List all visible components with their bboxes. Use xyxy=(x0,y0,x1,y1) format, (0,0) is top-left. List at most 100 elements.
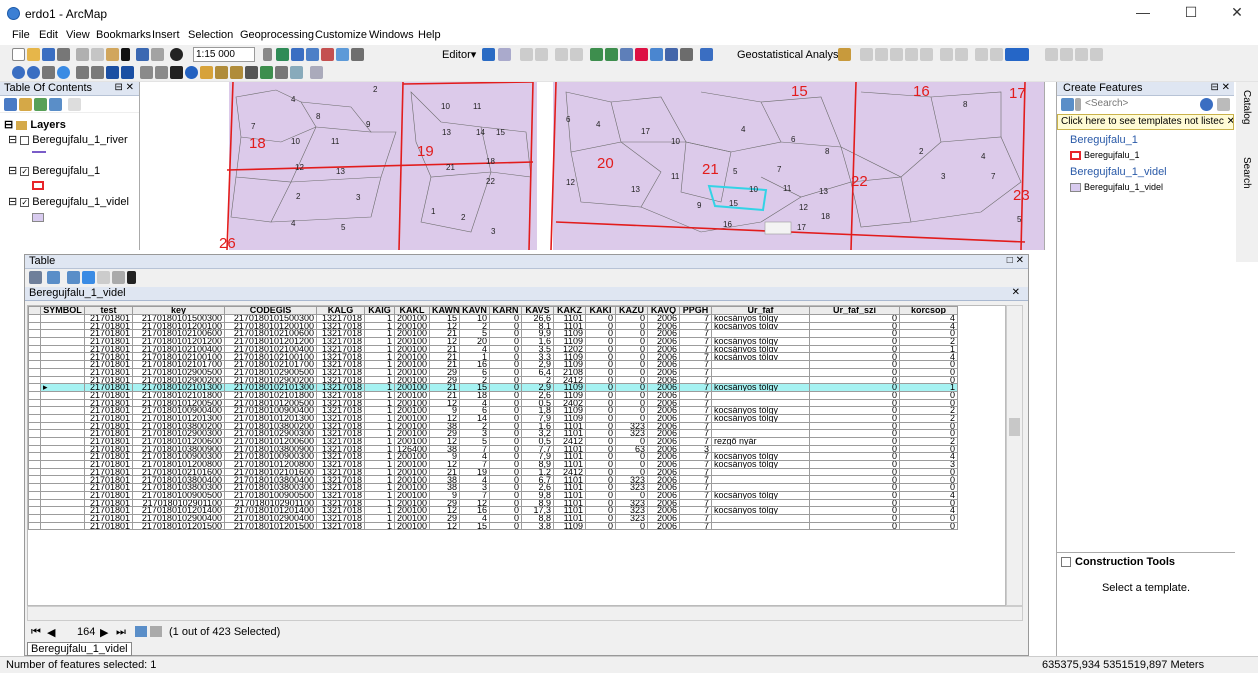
cell-ur-faf[interactable] xyxy=(711,513,810,523)
cell-ur-faf-szi[interactable]: 0 xyxy=(809,521,900,531)
layout-icon-1[interactable] xyxy=(1045,48,1058,61)
cell-kavn[interactable]: 3 xyxy=(459,483,490,492)
cell-kakz[interactable]: 1101 xyxy=(553,314,586,323)
cell-kavn[interactable]: 20 xyxy=(459,337,490,346)
cell-kakl[interactable]: 200100 xyxy=(394,367,430,377)
cell-kalg[interactable]: 13217018 xyxy=(316,406,365,415)
table-row[interactable]: 21701801 2170180102900500 2170180102900500… xyxy=(28,367,958,377)
cell-kakl[interactable]: 200100 xyxy=(394,490,430,500)
cell-korcsop[interactable]: 4 xyxy=(899,452,958,462)
cell-korcsop[interactable]: 0 xyxy=(899,375,958,385)
cell-symbol[interactable] xyxy=(40,367,85,377)
cell-test[interactable]: 21701801 xyxy=(84,421,133,431)
list-by-visibility-icon[interactable] xyxy=(34,98,47,111)
cell-test[interactable]: 21701801 xyxy=(84,352,133,362)
layout-icon-4[interactable] xyxy=(1090,48,1103,61)
table-row[interactable]: ▸ 21701801 2170180102101300 217018010210130… xyxy=(28,383,958,392)
cell-kalg[interactable]: 13217018 xyxy=(316,398,365,408)
table-row[interactable]: 21701801 2170180102101800 2170180102101800… xyxy=(28,390,958,400)
row-selector[interactable] xyxy=(28,398,41,408)
cell-kakz[interactable]: 1202 xyxy=(553,344,586,354)
cell-kavq[interactable]: 2006 xyxy=(647,421,680,431)
cell-kawn[interactable]: 15 xyxy=(429,314,460,323)
cell-karn[interactable]: 0 xyxy=(489,375,522,385)
cell-ur-faf-szi[interactable]: 0 xyxy=(809,360,900,369)
cell-kavq[interactable]: 2006 xyxy=(647,467,680,477)
cell-kavn[interactable]: 7 xyxy=(459,460,490,469)
print-icon[interactable] xyxy=(57,48,70,61)
cell-korcsop[interactable]: 1 xyxy=(899,344,958,354)
menu-insert[interactable]: Insert xyxy=(152,29,180,41)
cell-korcsop[interactable]: 2 xyxy=(899,406,958,415)
cell-symbol[interactable] xyxy=(40,344,85,354)
cell-kalg[interactable]: 13217018 xyxy=(316,498,365,508)
new-document-icon[interactable] xyxy=(12,48,25,61)
cell-kazu[interactable]: 0 xyxy=(615,360,648,369)
cell-kavq[interactable]: 2006 xyxy=(647,321,680,331)
cell-karn[interactable]: 0 xyxy=(489,452,522,462)
cell-ppgh[interactable]: 7 xyxy=(679,429,712,438)
geostat-wizard-icon[interactable] xyxy=(838,48,851,61)
cell-kavs[interactable]: 1,2 xyxy=(521,467,554,477)
cell-kakz[interactable]: 1101 xyxy=(553,498,586,508)
cell-kavn[interactable]: 1 xyxy=(459,352,490,362)
cell-kazu[interactable]: 0 xyxy=(615,383,648,392)
cell-codegis[interactable]: 2170180103800200 xyxy=(224,421,317,431)
row-selector[interactable] xyxy=(28,329,41,339)
cell-kavq[interactable]: 2006 xyxy=(647,513,680,523)
cell-test[interactable]: 21701801 xyxy=(84,360,133,369)
cell-korcsop[interactable]: 0 xyxy=(899,398,958,408)
cell-kazu[interactable]: 323 xyxy=(615,498,648,508)
cell-ur-faf[interactable] xyxy=(711,521,810,531)
table-row[interactable]: 21701801 2170180101201400 2170180101201400… xyxy=(28,506,958,515)
cell-test[interactable]: 21701801 xyxy=(84,375,133,385)
table-row[interactable]: 21701801 2170180102900300 2170180102900300… xyxy=(28,429,958,438)
cell-test[interactable]: 21701801 xyxy=(84,483,133,492)
cell-karn[interactable]: 0 xyxy=(489,337,522,346)
cell-ur-faf[interactable] xyxy=(711,467,810,477)
pan-icon[interactable] xyxy=(42,66,55,79)
cell-key[interactable]: 2170180100900300 xyxy=(132,452,225,462)
cell-key[interactable]: 2170180102901100 xyxy=(132,498,225,508)
layout-icon-3[interactable] xyxy=(1075,48,1088,61)
cell-karn[interactable]: 0 xyxy=(489,467,522,477)
cell-ur-faf[interactable]: kocsányos tölgy xyxy=(711,406,810,415)
cell-kawn[interactable]: 12 xyxy=(429,437,460,446)
cell-kawn[interactable]: 9 xyxy=(429,452,460,462)
cell-kavn[interactable]: 18 xyxy=(459,390,490,400)
cell-karn[interactable]: 0 xyxy=(489,406,522,415)
cell-ppgh[interactable]: 7 xyxy=(679,413,712,423)
cell-korcsop[interactable]: 0 xyxy=(899,360,958,369)
cell-ppgh[interactable]: 7 xyxy=(679,467,712,477)
cell-ur-faf-szi[interactable]: 0 xyxy=(809,506,900,515)
cell-kakz[interactable]: 2402 xyxy=(553,398,586,408)
cell-ur-faf-szi[interactable]: 0 xyxy=(809,375,900,385)
row-selector[interactable] xyxy=(28,337,41,346)
cell-kalg[interactable]: 13217018 xyxy=(316,383,365,392)
cell-ur-faf[interactable] xyxy=(711,421,810,431)
cell-kakl[interactable]: 200100 xyxy=(394,421,430,431)
cell-kaig[interactable]: 1 xyxy=(364,390,395,400)
cell-kaig[interactable]: 1 xyxy=(364,329,395,339)
cell-korcsop[interactable]: 4 xyxy=(899,506,958,515)
cell-codegis[interactable]: 2170180103800400 xyxy=(224,475,317,485)
cell-kavn[interactable]: 2 xyxy=(459,321,490,331)
cell-kawn[interactable]: 38 xyxy=(429,421,460,431)
cell-kakz[interactable]: 1101 xyxy=(553,321,586,331)
cell-test[interactable]: 21701801 xyxy=(84,513,133,523)
cell-kalg[interactable]: 13217018 xyxy=(316,467,365,477)
table-row[interactable]: 21701801 2170180101201500 2170180101201500… xyxy=(28,521,958,531)
attribute-grid[interactable]: SYMBOL test key CODEGIS KALG KAIG KAKL KAWN KAVN… xyxy=(27,305,1006,606)
cell-kakl[interactable]: 200100 xyxy=(394,314,430,323)
cell-kazu[interactable]: 0 xyxy=(615,344,648,354)
cell-kavq[interactable]: 2006 xyxy=(647,390,680,400)
table-row[interactable]: 21701801 2170180101201300 2170180101201300… xyxy=(28,413,958,423)
map-view[interactable]: 18 19 20 21 22 23 15 16 17 26 487 10 11 9 … xyxy=(141,82,1045,250)
cell-kavq[interactable]: 2006 xyxy=(647,444,680,454)
cell-ppgh[interactable]: 7 xyxy=(679,321,712,331)
templates-dropdown-icon[interactable] xyxy=(1075,98,1081,111)
cell-test[interactable]: 21701801 xyxy=(84,398,133,408)
cell-karn[interactable]: 0 xyxy=(489,521,522,531)
sketch-properties-icon[interactable] xyxy=(680,48,693,61)
cell-key[interactable]: 2170180102100400 xyxy=(132,344,225,354)
